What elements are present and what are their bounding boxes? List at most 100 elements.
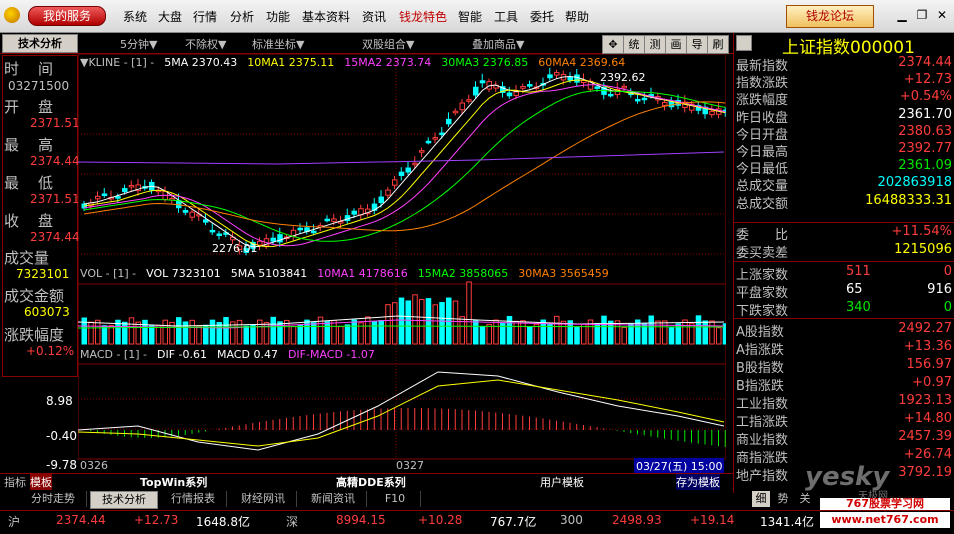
menu-item[interactable]: 资讯 xyxy=(362,8,386,25)
sector-row: A指涨跌 +13.36 xyxy=(736,339,952,358)
coordinate-select[interactable]: 标准坐标▼ xyxy=(252,36,304,52)
my-service-button[interactable]: 我的服务 xyxy=(28,6,106,26)
minimize-icon[interactable]: ▁ xyxy=(894,8,910,22)
candle-body xyxy=(392,179,398,186)
crosshair-icon[interactable]: ✥ xyxy=(602,35,624,54)
volume-value: 7323101 xyxy=(16,267,70,281)
chart-canvas[interactable]: 2392.62 2276.01 xyxy=(78,54,726,460)
quote-value: 2392.77 xyxy=(898,141,952,156)
app-logo-icon xyxy=(4,7,20,23)
menu-item[interactable]: 分析 xyxy=(230,8,254,25)
draw-icon[interactable]: 画 xyxy=(665,35,687,54)
tech-analysis-label[interactable]: 技术分析 xyxy=(2,34,78,53)
ma-line xyxy=(83,101,726,232)
indicator-value: 10MA1 4178616 xyxy=(317,267,408,280)
volume-bar xyxy=(209,319,216,345)
candle-body xyxy=(270,237,276,242)
stats-icon[interactable]: 统 xyxy=(623,35,645,54)
tab-5[interactable]: F10 xyxy=(370,491,421,507)
candle-body xyxy=(425,140,432,144)
quote-value: 2380.63 xyxy=(898,123,952,139)
volume-bar xyxy=(682,319,688,345)
panel-tab[interactable]: 关 xyxy=(796,491,814,507)
indicator-tab[interactable]: 指标 xyxy=(4,474,26,490)
candle-body xyxy=(189,211,195,218)
panel-toggle-icon[interactable] xyxy=(736,35,752,51)
quote-row: 最新指数 2374.44 xyxy=(736,55,952,74)
panel-tab[interactable]: 势 xyxy=(774,491,792,507)
template-tab[interactable]: 模板 xyxy=(30,474,52,490)
menu-item[interactable]: 智能 xyxy=(458,8,482,25)
chart-name: MACD - [1] - xyxy=(80,348,147,361)
tab-1[interactable]: 技术分析 xyxy=(90,491,158,509)
period-select[interactable]: 5分钟▼ xyxy=(120,36,157,52)
candle-body xyxy=(709,110,715,116)
menu-item[interactable]: 系统 xyxy=(123,8,147,25)
dual-stock-select[interactable]: 双股组合▼ xyxy=(362,36,414,52)
volume-bar xyxy=(338,326,344,345)
candle-body xyxy=(520,86,526,89)
volume-bar xyxy=(668,327,675,345)
volume-label: 成交量 xyxy=(4,249,50,267)
indicator-value: 5MA 5103841 xyxy=(230,267,308,280)
dde-series[interactable]: 高精DDE系列 xyxy=(336,474,406,490)
volume-bar xyxy=(432,304,438,345)
market-price: 2374.44 xyxy=(56,513,106,527)
menu-item[interactable]: 行情 xyxy=(193,8,217,25)
market-name: 沪 xyxy=(8,515,21,529)
panel-tab[interactable]: 细 xyxy=(752,491,770,507)
volume-bar xyxy=(149,325,155,345)
candle-body xyxy=(257,240,263,246)
menu-item[interactable]: 功能 xyxy=(266,8,290,25)
tab-4[interactable]: 新闻资讯 xyxy=(300,491,367,507)
sector-row: A股指数 2492.27 xyxy=(736,321,952,340)
low-value: 2371.51 xyxy=(30,192,80,206)
volume-bar xyxy=(324,321,330,345)
restore-icon[interactable]: ❐ xyxy=(914,8,930,22)
volume-bar xyxy=(574,326,580,345)
volume-bar xyxy=(466,281,472,345)
menu-item[interactable]: 钱龙特色 xyxy=(399,8,447,25)
quote-row: 今日开盘 2380.63 xyxy=(736,123,952,143)
save-template-button[interactable]: 存为模板 xyxy=(676,474,720,490)
volume-bar xyxy=(527,326,533,345)
user-template[interactable]: 用户模板 xyxy=(540,474,584,490)
forum-button[interactable]: 钱龙论坛 xyxy=(786,5,874,28)
tab-0[interactable]: 分时走势 xyxy=(20,491,87,507)
amount-value: 603073 xyxy=(24,305,70,319)
measure-icon[interactable]: 测 xyxy=(644,35,666,54)
quote-value: +0.54% xyxy=(899,89,952,105)
quote-row: 今日最高 2392.77 xyxy=(736,141,952,160)
menu-item[interactable]: 基本资料 xyxy=(302,8,350,25)
volume-bar xyxy=(392,302,398,345)
close-icon[interactable]: ✕ xyxy=(934,8,950,22)
volume-bar xyxy=(270,316,276,345)
market-change: +10.28 xyxy=(418,513,463,527)
candle-body xyxy=(621,85,627,89)
menu-item[interactable]: 帮助 xyxy=(565,8,589,25)
breadth-row: 上涨家数 511 0 xyxy=(736,264,952,283)
volume-bar xyxy=(662,320,668,345)
low-label: 最 低 xyxy=(4,174,56,192)
overlay-select[interactable]: 叠加商品▼ xyxy=(472,36,524,52)
candle-body xyxy=(547,74,553,79)
topwin-series[interactable]: TopWin系列 xyxy=(140,474,207,490)
tab-3[interactable]: 财经网讯 xyxy=(230,491,297,507)
rights-select[interactable]: 不除权▼ xyxy=(185,36,226,52)
candle-body xyxy=(479,80,486,84)
indicator-value: 60MA4 2369.64 xyxy=(538,56,626,69)
breadth-row: 下跌家数 340 0 xyxy=(736,300,952,319)
tab-2[interactable]: 行情报表 xyxy=(160,491,227,507)
refresh-icon[interactable]: 刷 xyxy=(707,35,729,54)
indicator-value: DIF-MACD -1.07 xyxy=(287,348,375,361)
volume-bar xyxy=(601,315,607,345)
menu-item[interactable]: 委托 xyxy=(530,8,554,25)
candle-body xyxy=(351,210,357,215)
quote-value: 2361.70 xyxy=(898,106,952,122)
indicator-value: DIF -0.61 xyxy=(156,348,207,361)
menu-item[interactable]: 工具 xyxy=(494,8,518,25)
quote-key: 今日最低 xyxy=(736,162,789,178)
export-icon[interactable]: 导 xyxy=(686,35,708,54)
volume-bar xyxy=(554,315,560,345)
menu-item[interactable]: 大盘 xyxy=(158,8,182,25)
